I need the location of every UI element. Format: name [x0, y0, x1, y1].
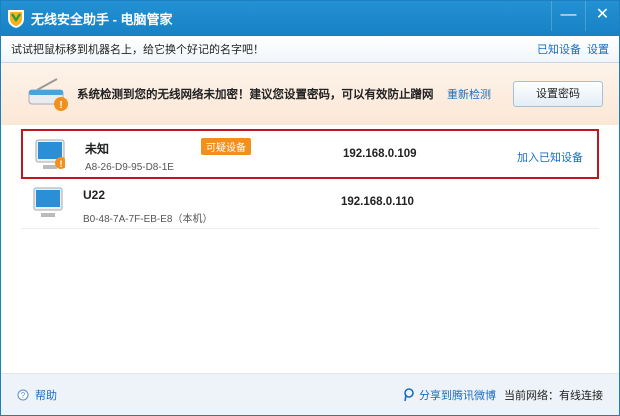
- hint-text: 试试把鼠标移到机器名上，给它换个好记的名字吧！: [11, 44, 264, 56]
- svg-text:!: !: [59, 100, 62, 111]
- current-network-status: 当前网络：有线连接: [504, 389, 603, 402]
- device-name[interactable]: 未知: [85, 140, 109, 157]
- device-mac: B0-48-7A-7F-EB-E8（本机）: [83, 214, 213, 225]
- add-known-device-link[interactable]: 加入已知设备: [517, 149, 583, 165]
- minimize-button[interactable]: —: [551, 1, 585, 31]
- title-bar: 无线安全助手 - 电脑管家: [1, 1, 619, 36]
- device-row[interactable]: U22 B0-48-7A-7F-EB-E8（本机） 192.168.0.110: [21, 179, 599, 229]
- warning-message: 系统检测到您的无线网络未加密！建议您设置密码，可以有效防止蹭网: [77, 89, 434, 101]
- computer-icon: [33, 187, 63, 217]
- device-name[interactable]: U22: [83, 188, 105, 202]
- warning-banner: ! 系统检测到您的无线网络未加密！建议您设置密码，可以有效防止蹭网 重新检测 设…: [1, 63, 619, 125]
- computer-warning-icon: !: [35, 139, 65, 169]
- settings-link[interactable]: 设置: [587, 41, 609, 57]
- close-button[interactable]: ✕: [585, 1, 619, 31]
- suspicious-badge: 可疑设备: [201, 138, 251, 155]
- tencent-weibo-icon: [404, 387, 414, 401]
- window-title: 无线安全助手 - 电脑管家: [31, 12, 173, 27]
- device-ip: 192.168.0.110: [341, 196, 414, 208]
- recheck-link[interactable]: 重新检测: [447, 86, 491, 102]
- hint-bar: 试试把鼠标移到机器名上，给它换个好记的名字吧！ 已知设备 设置: [1, 36, 619, 63]
- device-mac: A8-26-D9-95-D8-1E: [85, 162, 174, 173]
- footer: ? 帮助 分享到腾讯微博 当前网络：有线连接: [1, 373, 619, 415]
- app-window: 无线安全助手 - 电脑管家 — ✕ 试试把鼠标移到机器名上，给它换个好记的名字吧…: [0, 0, 620, 416]
- set-password-button[interactable]: 设置密码: [513, 81, 603, 107]
- help-icon[interactable]: ?: [17, 389, 29, 401]
- svg-text:?: ?: [21, 391, 26, 400]
- known-devices-link[interactable]: 已知设备: [537, 41, 581, 57]
- router-warning-icon: !: [28, 78, 68, 111]
- svg-text:!: !: [60, 159, 63, 169]
- help-link[interactable]: 帮助: [35, 387, 57, 403]
- shield-logo-icon: [8, 9, 24, 28]
- device-ip: 192.168.0.109: [343, 148, 417, 160]
- device-row[interactable]: ! 未知 可疑设备 A8-26-D9-95-D8-1E 192.168.0.10…: [21, 129, 599, 179]
- share-weibo-link[interactable]: 分享到腾讯微博: [419, 387, 496, 403]
- device-list: ! 未知 可疑设备 A8-26-D9-95-D8-1E 192.168.0.10…: [1, 125, 619, 229]
